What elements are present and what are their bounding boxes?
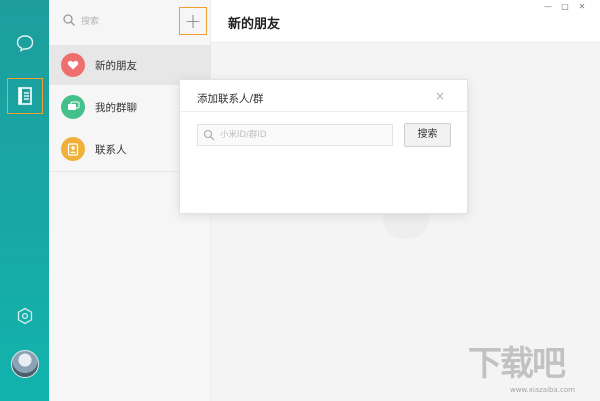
window-maximize-button[interactable]: □ bbox=[558, 2, 572, 11]
add-contact-dialog: 添加联系人/群 × 小米ID/群ID 搜索 bbox=[179, 79, 468, 214]
dialog-title: 添加联系人/群 bbox=[197, 93, 264, 105]
watermark-logo: 下载吧 bbox=[468, 344, 566, 384]
watermark-url: www.xiazaiba.com bbox=[510, 386, 575, 394]
chat-bubble-icon bbox=[16, 35, 33, 52]
page-title: 新的朋友 bbox=[228, 17, 281, 32]
contact-card-icon bbox=[61, 137, 85, 161]
nav-contacts-selection bbox=[6, 78, 43, 114]
nav-settings[interactable] bbox=[0, 302, 49, 330]
nav-chat[interactable] bbox=[0, 28, 49, 58]
window-minimize-button[interactable]: — bbox=[541, 2, 555, 11]
window-close-button[interactable]: ✕ bbox=[575, 2, 589, 11]
left-nav-rail bbox=[0, 0, 49, 401]
search-icon bbox=[63, 14, 75, 26]
heart-icon bbox=[61, 53, 85, 77]
list-item-label: 联系人 bbox=[95, 143, 127, 156]
hexagon-settings-icon bbox=[17, 307, 32, 325]
nav-contacts[interactable] bbox=[0, 77, 49, 115]
close-icon[interactable]: × bbox=[432, 88, 448, 104]
list-item-label: 新的朋友 bbox=[95, 59, 137, 72]
search-placeholder[interactable]: 搜索 bbox=[81, 14, 99, 27]
add-contact-button[interactable]: + bbox=[179, 7, 207, 35]
id-search-input[interactable]: 小米ID/群ID bbox=[197, 124, 393, 146]
main-header: 新的朋友 — □ ✕ bbox=[211, 0, 600, 43]
group-chat-icon bbox=[61, 95, 85, 119]
avatar bbox=[10, 350, 39, 378]
user-avatar-button[interactable] bbox=[0, 348, 49, 380]
dialog-divider bbox=[180, 111, 467, 112]
search-icon bbox=[203, 129, 215, 141]
search-button[interactable]: 搜索 bbox=[404, 123, 451, 147]
list-item-label: 我的群聊 bbox=[95, 101, 137, 114]
address-book-icon bbox=[17, 87, 32, 105]
